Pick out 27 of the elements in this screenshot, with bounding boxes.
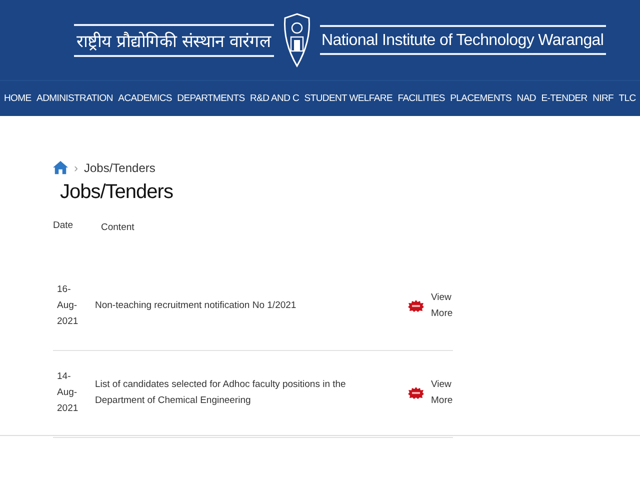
column-header: Date <box>53 220 74 233</box>
breadcrumb-current: Jobs/Tenders <box>84 160 156 174</box>
nav-link[interactable]: R&D AND C <box>250 93 300 104</box>
breadcrumb-separator: › <box>74 160 78 174</box>
nav-link[interactable]: HOME <box>4 93 32 104</box>
nav-link[interactable]: PLACEMENTS <box>450 93 512 104</box>
nav-link[interactable]: FACILITIES <box>398 93 445 104</box>
nav-link[interactable]: TLC <box>618 93 636 104</box>
nav-link[interactable]: ADMINISTRATION <box>36 93 113 104</box>
view-more-link[interactable]: View More <box>431 377 451 409</box>
emblem-icon <box>282 12 312 68</box>
institute-name: National Institute of Technology Warangal <box>322 32 604 49</box>
nav-link[interactable]: E-TENDER <box>541 93 588 104</box>
date-cell-text: 14-Aug-2021 <box>56 370 80 416</box>
column-header: Content <box>101 221 136 235</box>
page-title: Jobs/Tenders <box>60 181 174 204</box>
view-more-link[interactable]: View More <box>431 290 451 322</box>
home-icon[interactable] <box>53 160 68 175</box>
nav-link[interactable]: NIRF <box>592 93 614 104</box>
institute-name-hindi: राष्ट्रीय प्रौद्योगिकी संस्थान वारंगल <box>76 32 272 52</box>
nav-link[interactable]: NAD <box>516 93 536 104</box>
nav-link[interactable]: STUDENT WELFARE <box>304 93 393 104</box>
nav-link[interactable]: DEPARTMENTS <box>177 93 245 104</box>
content-cell-text: List of candidates selected for Adhoc faculty positions in the Department of Chemical Engineering <box>95 378 347 408</box>
date-cell-text: 16-Aug-2021 <box>56 283 80 329</box>
nav-link[interactable]: ACADEMICS <box>118 93 172 104</box>
content-cell-text: Non-teaching recruitment notification No 1/2021 <box>95 299 298 313</box>
